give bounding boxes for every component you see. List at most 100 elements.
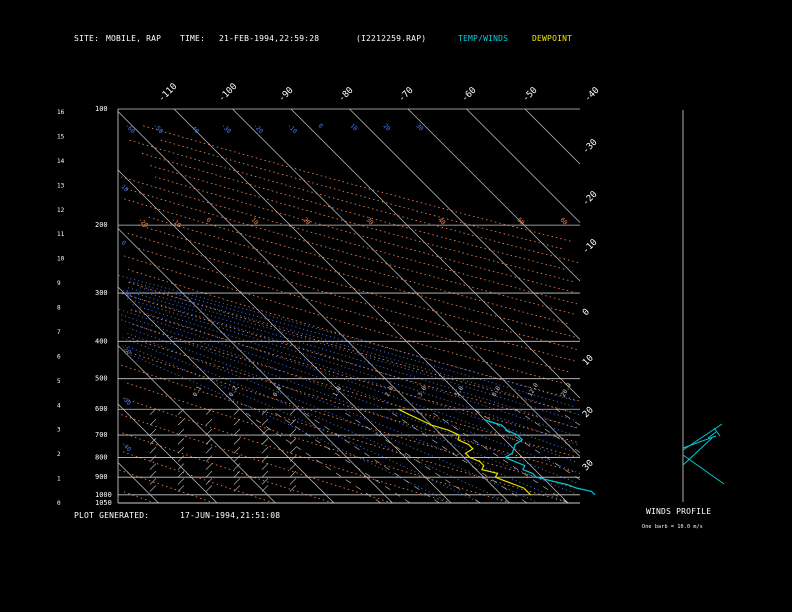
pressure-tick-label: 500 (95, 375, 108, 383)
dry-adiabat-line (120, 292, 578, 429)
barb-tick (289, 428, 297, 436)
dry-adiabat-label: -10 (170, 216, 183, 229)
isotherm-top-label: -90 (277, 86, 296, 105)
barb-tick (205, 478, 213, 485)
mixing-ratio-label: 1.0 (332, 385, 344, 398)
dry-adiabat-line (138, 248, 569, 373)
isotherm-top-label: -100 (217, 82, 239, 104)
isotherm-right-label: -20 (581, 190, 600, 209)
barb-tick (233, 485, 241, 492)
moist-adiabat-left-label: -20 (120, 343, 133, 356)
isotherm-line (290, 108, 581, 399)
isotherm-lines (117, 108, 581, 504)
legend-dewpoint: DEWPOINT (532, 34, 573, 43)
dry-adiabat-line (119, 364, 571, 504)
moist-adiabat-label: 10 (349, 122, 359, 132)
barb-tick (149, 418, 157, 426)
barb-tick (233, 428, 241, 436)
height-tick-label: 3 (57, 427, 61, 434)
dry-adiabat-line (121, 197, 568, 324)
mixing-ratio-line (339, 408, 481, 504)
moist-adiabat-left-label: -10 (120, 286, 133, 299)
moist-adiabat-lines (118, 274, 581, 504)
dry-adiabat-line (146, 216, 575, 338)
isotherm-line (349, 108, 581, 340)
barb-tick (149, 428, 157, 436)
moist-adiabat-line (126, 298, 578, 445)
barb-tick (149, 455, 157, 462)
barb-tick (289, 446, 297, 454)
dry-adiabat-line (121, 414, 393, 504)
moist-adiabat-line (138, 286, 580, 416)
barb-tick (149, 478, 157, 485)
moist-adiabat-left-label: 0 (120, 239, 128, 247)
barb-tick (205, 428, 213, 436)
barb-tick (233, 455, 241, 462)
dry-adiabat-lines (118, 124, 579, 504)
pressure-tick-label: 300 (95, 289, 108, 297)
moist-adiabat-label: 0 (317, 122, 325, 130)
dry-adiabat-label: 0 (205, 216, 213, 224)
time-label: TIME: (180, 34, 206, 43)
dry-adiabat-line (127, 139, 579, 263)
dry-adiabat-line (120, 349, 576, 489)
barb-tick (177, 478, 185, 485)
legend-temp: TEMP/WINDS (458, 34, 509, 43)
barb-tick (261, 455, 269, 462)
height-tick-label: 0 (57, 500, 61, 507)
barb-tick (261, 418, 269, 426)
barb-tick (261, 485, 269, 492)
isotherm-top-label: -110 (157, 82, 179, 104)
height-tick-label: 7 (57, 329, 61, 336)
pressure-tick-label: 1000 (95, 491, 112, 499)
barb-tick (205, 485, 213, 492)
height-tick-label: 1 (57, 476, 61, 483)
height-tick-label: 11 (57, 231, 65, 238)
pressure-tick-label: 900 (95, 473, 108, 481)
isotherm-line (117, 403, 218, 504)
dry-adiabat-line (140, 124, 571, 242)
barb-tick (149, 470, 157, 478)
barb-tick (261, 438, 269, 445)
barb-tick (149, 446, 157, 454)
height-tick-label: 9 (57, 280, 61, 287)
isotherm-top-label: -80 (337, 86, 356, 105)
isotherm-line (407, 108, 581, 282)
moist-adiabat-label: -20 (252, 122, 265, 135)
dry-adiabat-line (149, 165, 573, 282)
isotherm-line (232, 108, 581, 457)
height-tick-label: 14 (57, 158, 65, 165)
barb-tick (233, 438, 241, 445)
barb-tick (149, 463, 157, 470)
isotherm-line (173, 108, 569, 504)
wind-barb (713, 427, 721, 437)
moist-adiabat-line (126, 286, 575, 421)
barb-tick (177, 438, 185, 445)
height-tick-label: 2 (57, 451, 61, 458)
wind-profile-title: WINDS PROFILE (646, 507, 712, 516)
dry-adiabat-line (122, 491, 156, 504)
isotherm-top-label: -70 (397, 86, 416, 105)
height-tick-label: 4 (57, 402, 61, 409)
moist-adiabat-left-label: 10 (120, 183, 130, 193)
pressure-tick-label: 200 (95, 221, 108, 229)
pressure-tick-label: 1050 (95, 499, 112, 507)
barb-tick (205, 463, 213, 470)
moist-adiabat-line (121, 292, 575, 436)
isotherm-top-label: -60 (460, 86, 479, 105)
moist-adiabat-label: 20 (382, 122, 392, 132)
isotherm-line (117, 228, 393, 504)
wind-profile-panel (682, 110, 725, 502)
moist-adiabat-left-label: -30 (120, 394, 133, 407)
dry-adiabat-line (128, 308, 577, 443)
mixing-ratio-lines (240, 408, 581, 504)
moist-adiabat-line (127, 352, 452, 504)
barb-tick (205, 446, 213, 454)
isotherm-line (466, 108, 581, 223)
site-value: MOBILE, RAP (106, 34, 162, 43)
dry-adiabat-line (118, 469, 215, 504)
height-tick-label: 8 (57, 305, 61, 312)
barb-tick (289, 455, 297, 462)
barb-tick (261, 478, 269, 485)
dry-adiabat-line (154, 176, 578, 294)
